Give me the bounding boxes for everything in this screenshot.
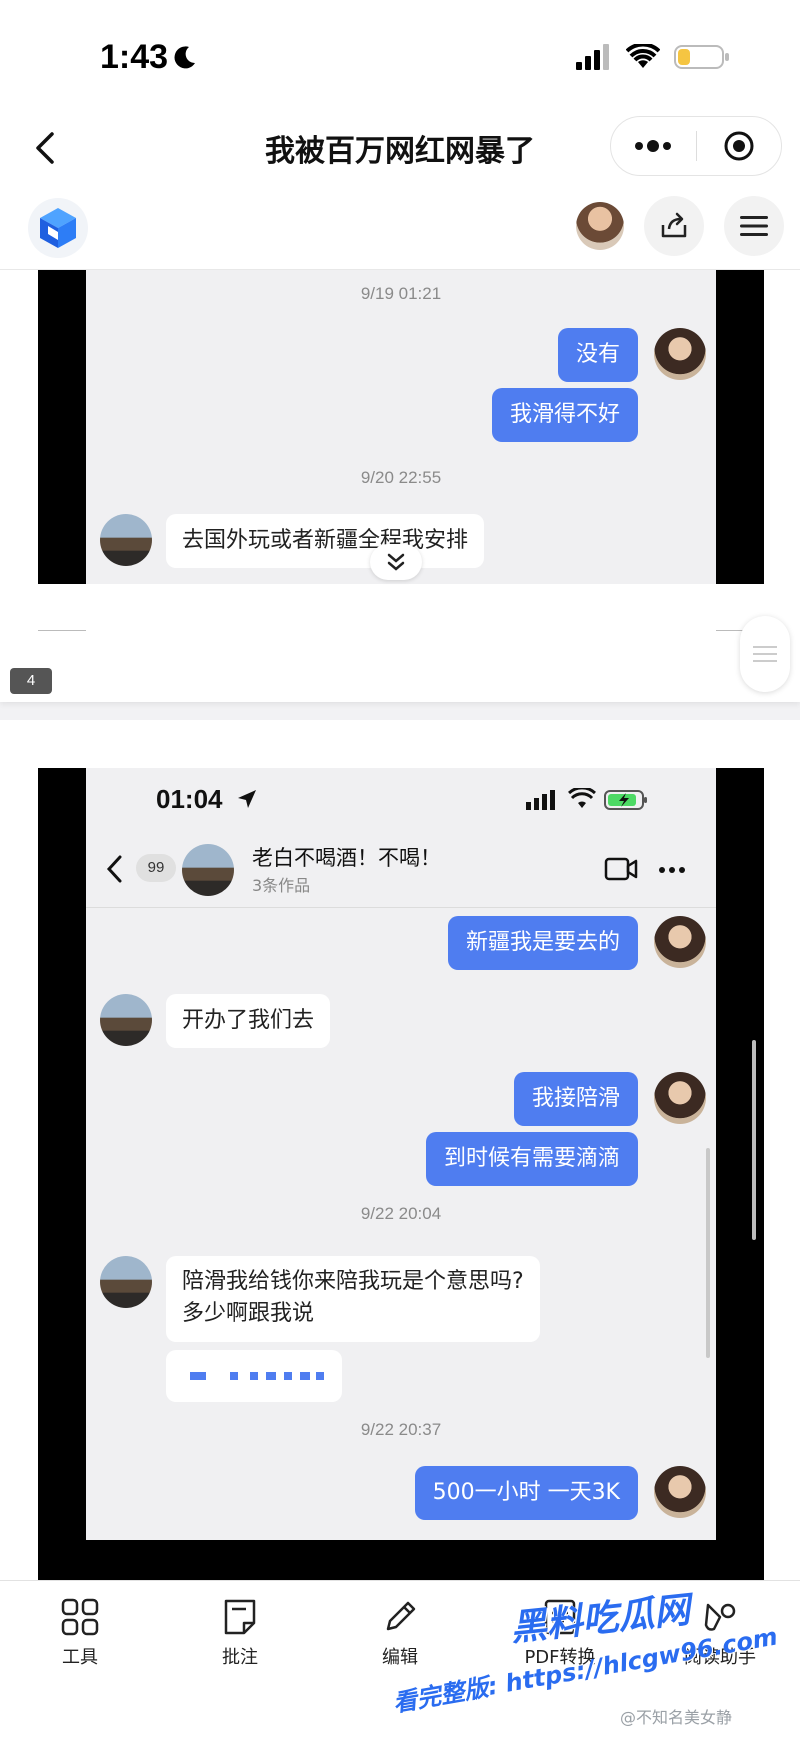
inner-scrollbar (706, 1148, 710, 1358)
page-edge-line (38, 630, 86, 631)
status-indicators (576, 44, 730, 70)
pencil-icon (386, 1601, 416, 1631)
annotate-button[interactable]: 批注 (180, 1597, 300, 1669)
redaction-blocks (190, 1372, 324, 1380)
video-call-icon (604, 857, 638, 881)
signal-icon (576, 44, 609, 70)
contact-avatar (100, 514, 152, 566)
contact-avatar (100, 994, 152, 1046)
back-icon (106, 855, 122, 883)
document-scrollbar[interactable] (752, 1040, 756, 1240)
menu-button[interactable] (724, 196, 784, 256)
target-icon (724, 131, 754, 161)
edit-label: 编辑 (382, 1647, 418, 1668)
chat-timestamp: 9/19 01:21 (360, 284, 442, 303)
chat-bubble-received: 陪滑我给钱你来陪我玩是个意思吗? 多少啊跟我说 (166, 1256, 540, 1342)
contact-subtitle: 3条作品 (252, 876, 311, 895)
status-time: 1:43 (100, 38, 169, 76)
wifi-icon (626, 44, 660, 68)
chat-timestamp: 9/22 20:37 (360, 1420, 442, 1439)
chat-area: 01:04 99 老白不喝酒！不喝！ 3条作品 新疆我是要去的 开办了我们去 我… (86, 768, 716, 1540)
unread-badge: 99 (136, 854, 176, 882)
reading-assistant-button[interactable]: 阅读助手 (660, 1597, 780, 1669)
share-icon (661, 212, 687, 238)
more-dots-icon (635, 140, 672, 152)
my-avatar (654, 916, 706, 968)
side-drawer-handle[interactable] (740, 616, 790, 692)
double-chevron-down-icon (387, 553, 405, 571)
tools-label: 工具 (62, 1647, 98, 1668)
redacted-bubble (166, 1350, 342, 1402)
my-avatar (654, 328, 706, 380)
pdf-convert-label: PDF转换 (524, 1647, 596, 1668)
embedded-screenshot: 01:04 99 老白不喝酒！不喝！ 3条作品 新疆我是要去的 开办了我们去 我… (38, 768, 764, 1540)
my-avatar (654, 1466, 706, 1518)
chat-bubble-sent: 我滑得不好 (491, 388, 638, 442)
more-dots-icon (659, 867, 685, 873)
document-page: 9/19 01:21 没有 我滑得不好 9/20 22:55 去国外玩或者新疆全… (0, 270, 800, 702)
share-button[interactable] (644, 196, 704, 256)
chat-bubble-sent: 没有 (557, 328, 638, 382)
pdf-convert-icon (544, 1599, 576, 1635)
edit-button[interactable]: 编辑 (340, 1597, 460, 1669)
chat-bubble-sent: 我接陪滑 (513, 1072, 638, 1126)
page-number-badge: 4 (10, 668, 52, 694)
bottom-toolbar: 工具 批注 编辑 PDF转换 阅读助手 (0, 1580, 800, 1738)
tools-button[interactable]: 工具 (20, 1597, 140, 1669)
contact-avatar (182, 844, 234, 896)
user-avatar[interactable] (576, 202, 624, 250)
app-toolbar (0, 188, 800, 270)
cube-logo-icon (40, 208, 76, 248)
list-lines-icon (753, 646, 777, 662)
reading-assistant-label: 阅读助手 (684, 1647, 756, 1668)
status-bar: 1:43 (0, 0, 800, 110)
battery-charging-icon (604, 790, 647, 810)
reading-assistant-icon (704, 1603, 736, 1631)
chat-bubble-sent: 新疆我是要去的 (447, 916, 638, 970)
close-miniapp-button[interactable] (697, 117, 782, 175)
inner-status-bar: 01:04 (86, 768, 716, 834)
moon-icon (174, 46, 195, 69)
chat-bubble-sent: 到时候有需要滴滴 (425, 1132, 638, 1186)
chat-bubble-received: 开办了我们去 (166, 994, 331, 1048)
chat-bubble-sent: 500一小时 一天3K (414, 1466, 638, 1520)
contact-name: 老白不喝酒！不喝！ (252, 846, 441, 870)
battery-icon (674, 45, 729, 69)
contact-avatar (100, 1256, 152, 1308)
document-viewer[interactable]: 9/19 01:21 没有 我滑得不好 9/20 22:55 去国外玩或者新疆全… (0, 270, 800, 1580)
hamburger-icon (740, 216, 768, 236)
chat-timestamp: 9/20 22:55 (360, 468, 442, 487)
miniapp-capsule (610, 116, 782, 176)
note-icon (224, 1599, 256, 1635)
nav-bar: 我被百万网红网暴了 (0, 110, 800, 188)
expand-button[interactable] (370, 544, 422, 580)
location-arrow-icon (238, 790, 256, 808)
inner-chat-header: 99 老白不喝酒！不喝！ 3条作品 (86, 834, 716, 908)
more-button[interactable] (611, 117, 696, 175)
chat-bubble-received: 去国外玩或者新疆全程我安排 (166, 514, 485, 568)
wifi-icon (568, 788, 596, 808)
pdf-convert-button[interactable]: PDF转换 (500, 1597, 620, 1669)
my-avatar (654, 1072, 706, 1124)
message-line: 陪滑我给钱你来陪我玩是个意思吗? (182, 1269, 524, 1294)
embedded-screenshot: 9/19 01:21 没有 我滑得不好 9/20 22:55 去国外玩或者新疆全… (38, 270, 764, 584)
app-logo[interactable] (28, 198, 88, 258)
annotate-label: 批注 (222, 1647, 258, 1668)
message-line: 多少啊跟我说 (182, 1301, 315, 1326)
chat-timestamp: 9/22 20:04 (360, 1204, 442, 1223)
chat-area: 9/19 01:21 没有 我滑得不好 9/20 22:55 去国外玩或者新疆全… (86, 270, 716, 584)
inner-time: 01:04 (156, 784, 223, 814)
signal-icon (526, 790, 555, 810)
grid-icon (61, 1598, 99, 1636)
